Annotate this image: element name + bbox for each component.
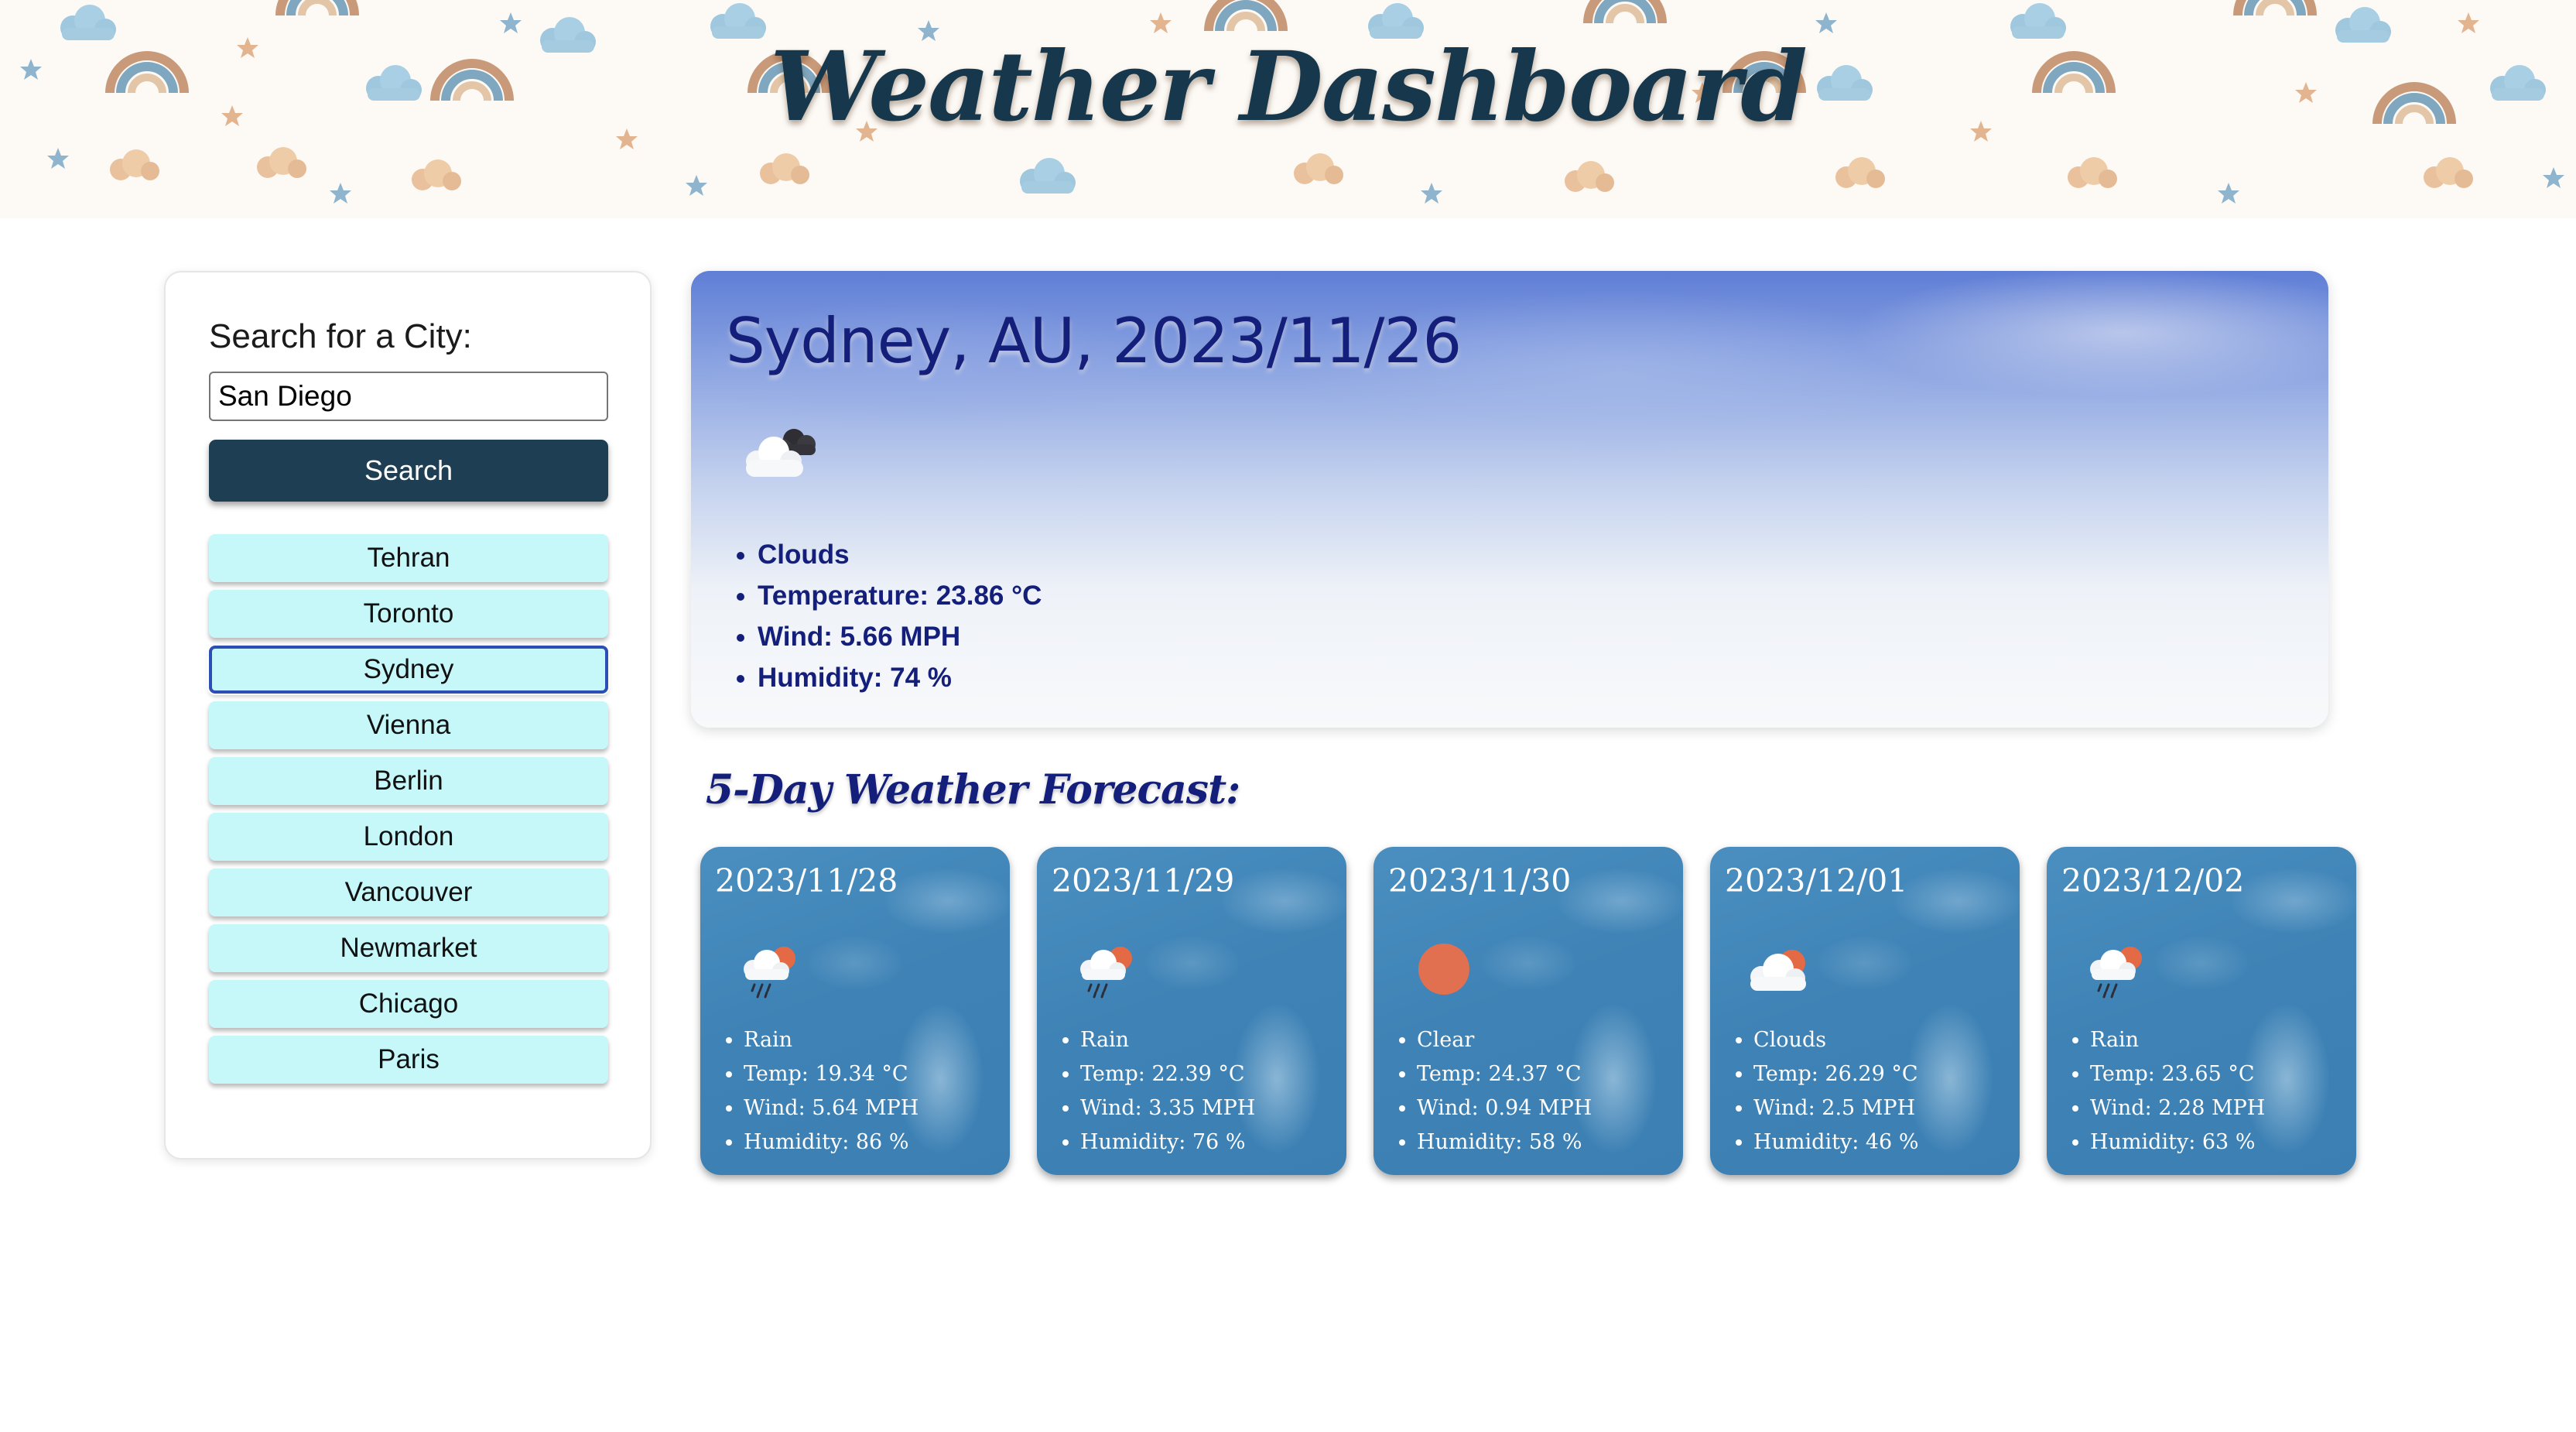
city-button-berlin[interactable]: Berlin (209, 757, 608, 805)
forecast-humidity: Humidity: 58 % (1417, 1125, 1592, 1160)
forecast-wind: Wind: 2.28 MPH (2090, 1091, 2265, 1125)
city-button-chicago[interactable]: Chicago (209, 980, 608, 1028)
forecast-date: 2023/11/28 (715, 862, 898, 899)
forecast-date: 2023/11/30 (1388, 862, 1572, 899)
forecast-humidity: Humidity: 46 % (1753, 1125, 1918, 1160)
city-button-london[interactable]: London (209, 813, 608, 861)
city-button-vienna[interactable]: Vienna (209, 701, 608, 749)
forecast-date: 2023/12/02 (2061, 862, 2245, 899)
forecast-temp: Temp: 22.39 °C (1080, 1057, 1255, 1091)
city-button-toronto[interactable]: Toronto (209, 590, 608, 638)
city-search-panel: Search for a City: Search Tehran Toronto… (164, 271, 652, 1160)
rain-icon (1080, 947, 1132, 999)
forecast-details: Rain Temp: 19.34 °C Wind: 5.64 MPH Humid… (705, 1023, 919, 1160)
forecast-condition: Clear (1417, 1023, 1592, 1057)
broken-clouds-icon (746, 429, 816, 477)
forecast-card: 2023/12/02 Rain Temp: 23.65 °C Wind: 2.2… (2047, 847, 2356, 1175)
forecast-details: Rain Temp: 23.65 °C Wind: 2.28 MPH Humid… (2051, 1023, 2265, 1160)
forecast-temp: Temp: 23.65 °C (2090, 1057, 2265, 1091)
city-button-paris[interactable]: Paris (209, 1036, 608, 1084)
current-weather-card: Sydney, AU, 2023/11/26 Clouds Temperatur… (691, 271, 2328, 728)
city-history-list: Tehran Toronto Sydney Vienna Berlin Lond… (209, 534, 608, 1091)
forecast-details: Rain Temp: 22.39 °C Wind: 3.35 MPH Humid… (1042, 1023, 1255, 1160)
forecast-date: 2023/12/01 (1725, 862, 1908, 899)
forecast-heading: 5-Day Weather Forecast: (706, 766, 1240, 814)
rain-icon (744, 947, 795, 999)
forecast-card: 2023/12/01 Clouds Temp: 26.29 °C Wind: 2… (1710, 847, 2020, 1175)
forecast-wind: Wind: 3.35 MPH (1080, 1091, 1255, 1125)
forecast-temp: Temp: 19.34 °C (744, 1057, 919, 1091)
forecast-card: 2023/11/28 Rain Temp: 19.34 °C Wind: 5.6… (700, 847, 1010, 1175)
forecast-condition: Rain (1080, 1023, 1255, 1057)
forecast-date: 2023/11/29 (1052, 862, 1235, 899)
current-humidity: Humidity: 74 % (758, 657, 1042, 698)
search-label: Search for a City: (209, 317, 472, 355)
forecast-humidity: Humidity: 63 % (2090, 1125, 2265, 1160)
current-weather-details: Clouds Temperature: 23.86 °C Wind: 5.66 … (722, 534, 1042, 698)
page-title: Weather Dashboard (770, 31, 1808, 143)
current-weather-title: Sydney, AU, 2023/11/26 (726, 305, 1462, 377)
forecast-details: Clear Temp: 24.37 °C Wind: 0.94 MPH Humi… (1378, 1023, 1592, 1160)
forecast-temp: Temp: 26.29 °C (1753, 1057, 1918, 1091)
partly-cloudy-icon (1750, 950, 1806, 991)
city-button-newmarket[interactable]: Newmarket (209, 924, 608, 972)
forecast-wind: Wind: 0.94 MPH (1417, 1091, 1592, 1125)
city-search-input[interactable] (209, 372, 608, 421)
forecast-card: 2023/11/29 Rain Temp: 22.39 °C Wind: 3.3… (1037, 847, 1346, 1175)
city-button-sydney[interactable]: Sydney (209, 646, 608, 694)
current-condition: Clouds (758, 534, 1042, 575)
rain-icon (2090, 947, 2142, 999)
city-button-vancouver[interactable]: Vancouver (209, 868, 608, 916)
forecast-wind: Wind: 2.5 MPH (1753, 1091, 1918, 1125)
forecast-humidity: Humidity: 76 % (1080, 1125, 1255, 1160)
forecast-card: 2023/11/30 Clear Temp: 24.37 °C Wind: 0.… (1374, 847, 1683, 1175)
forecast-details: Clouds Temp: 26.29 °C Wind: 2.5 MPH Humi… (1715, 1023, 1918, 1160)
forecast-humidity: Humidity: 86 % (744, 1125, 919, 1160)
forecast-wind: Wind: 5.64 MPH (744, 1091, 919, 1125)
sun-icon (1418, 944, 1469, 995)
current-temperature: Temperature: 23.86 °C (758, 575, 1042, 616)
city-button-tehran[interactable]: Tehran (209, 534, 608, 582)
current-wind: Wind: 5.66 MPH (758, 616, 1042, 657)
forecast-condition: Clouds (1753, 1023, 1918, 1057)
search-button[interactable]: Search (209, 440, 608, 502)
forecast-temp: Temp: 24.37 °C (1417, 1057, 1592, 1091)
forecast-condition: Rain (2090, 1023, 2265, 1057)
forecast-condition: Rain (744, 1023, 919, 1057)
header-banner: Weather Dashboard (0, 0, 2576, 218)
